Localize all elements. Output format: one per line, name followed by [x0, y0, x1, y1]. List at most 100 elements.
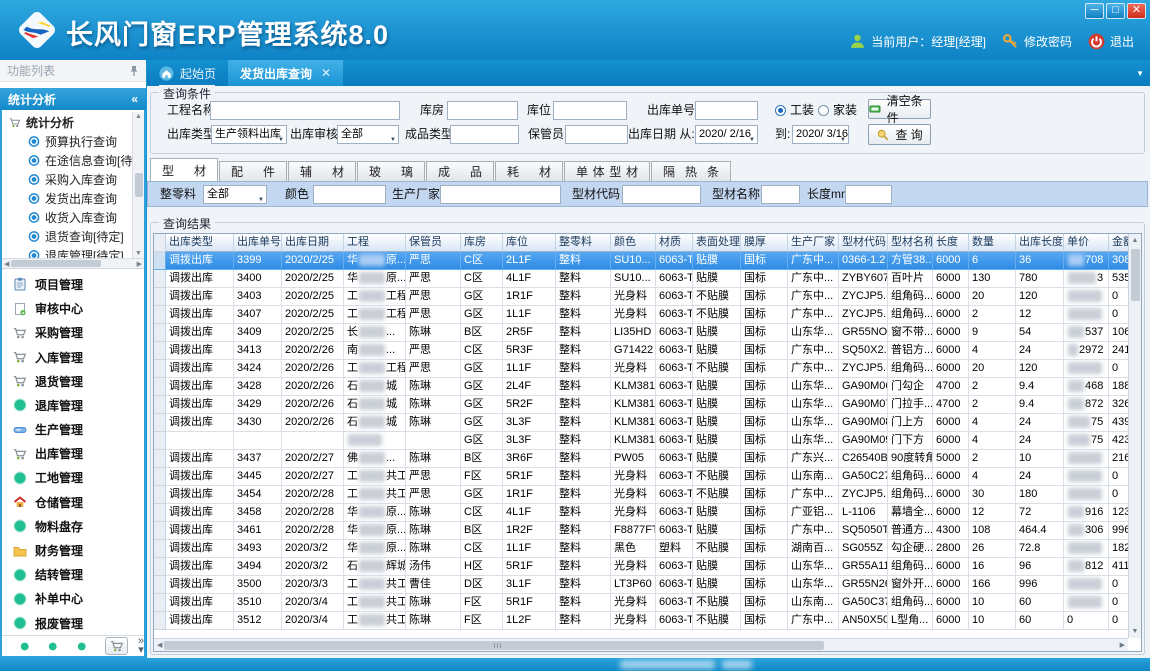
scroll-left-icon[interactable]: ◀ [157, 641, 162, 649]
sidebar-item-14[interactable]: 报废管理 [2, 611, 144, 635]
collapse-icon[interactable]: « [131, 92, 138, 106]
sidebar-item-6[interactable]: 生产管理 [2, 418, 144, 442]
sidebar-item-4[interactable]: 退货管理 [2, 369, 144, 393]
tree-item-4[interactable]: 收货入库查询 [2, 208, 144, 227]
grid-vertical-scrollbar[interactable]: ▲ ▼ [1128, 234, 1141, 638]
sidebar-item-9[interactable]: 仓储管理 [2, 490, 144, 514]
grid-horizontal-scrollbar[interactable]: ◀ ▶ [154, 638, 1128, 651]
grid-header-8[interactable]: 颜色 [611, 234, 656, 252]
grid-header-3[interactable]: 工程 [344, 234, 406, 252]
scroll-down-icon[interactable]: ▼ [1132, 625, 1139, 638]
radio-0[interactable]: 工装 [775, 101, 814, 120]
grid-header-12[interactable]: 生产厂家 [788, 234, 839, 252]
tree-horizontal-scrollbar[interactable]: ◀ ▶ [2, 258, 144, 269]
material-tab-5[interactable]: 耗材 [495, 161, 563, 181]
table-row[interactable]: 调拨出库34242020/2/26工工程严思G区1L1F整料光身料6063-T5… [154, 360, 1141, 378]
table-row[interactable]: 调拨出库34302020/2/26石城陈琳G区3L3F整料KLM38176063… [154, 414, 1141, 432]
table-row[interactable]: 调拨出库34032020/2/25工工程严思G区1R1F整料光身料6063-T5… [154, 288, 1141, 306]
sidebar-item-3[interactable]: 入库管理 [2, 345, 144, 369]
table-row[interactable]: 调拨出库34372020/2/27佛...陈琳B区3R6F整料PW056063-… [154, 450, 1141, 468]
grid-header-10[interactable]: 表面处理 [693, 234, 741, 252]
grid-header-4[interactable]: 保管员 [406, 234, 461, 252]
query-field2-4-select[interactable]: 2020/ 2/16▼ [695, 125, 758, 144]
subfilter-2-input[interactable] [440, 185, 561, 204]
grid-header-13[interactable]: 型材代码 [839, 234, 888, 252]
grid-header-11[interactable]: 膜厚 [741, 234, 788, 252]
table-row[interactable]: 调拨出库34582020/2/28华原...陈琳C区4L1F整料光身料6063-… [154, 504, 1141, 522]
table-row[interactable]: 调拨出库35102020/3/4工共工程陈琳F区5R1F整料光身料6063-T5… [154, 594, 1141, 612]
clear-conditions-button[interactable]: 清空条件 [868, 99, 931, 119]
query-field2-0-select[interactable]: 生产领料出库▼ [211, 125, 287, 144]
tree-item-6[interactable]: 退库管理[待定] [2, 246, 144, 258]
table-row[interactable]: 调拨出库34542020/2/28工共工程严思G区1R1F整料光身料6063-T… [154, 486, 1141, 504]
grid-header-18[interactable]: 单价 [1064, 234, 1109, 252]
scroll-down-icon[interactable]: ▼ [135, 250, 142, 257]
scroll-left-icon[interactable]: ◀ [4, 260, 9, 268]
tree-item-0[interactable]: 预算执行查询 [2, 132, 144, 151]
search-button[interactable]: 查 询 [868, 124, 931, 145]
subfilter-3-input[interactable] [622, 185, 701, 204]
sidebar-item-2[interactable]: 采购管理 [2, 321, 144, 345]
cart-module-button[interactable] [105, 637, 128, 655]
tree-item-5[interactable]: 退货查询[待定] [2, 227, 144, 246]
query-field-3-input[interactable] [695, 101, 758, 120]
subfilter-0-select[interactable]: 全部▼ [203, 185, 267, 204]
scroll-right-icon[interactable]: ▶ [137, 260, 142, 268]
tree-item-1[interactable]: 在途信息查询[待 [2, 151, 144, 170]
table-row[interactable]: 调拨出库34292020/2/26石城陈琳G区5R2F整料KLM38176063… [154, 396, 1141, 414]
module-dot-icon[interactable] [48, 641, 57, 652]
scroll-thumb[interactable] [135, 173, 143, 197]
scroll-thumb[interactable] [1131, 249, 1140, 301]
table-row[interactable]: 调拨出库34932020/3/2华原...陈琳C区1L1F整料黑色塑料不贴膜国标… [154, 540, 1141, 558]
change-password-link[interactable]: 修改密码 [1024, 33, 1072, 50]
table-row[interactable]: 调拨出库34002020/2/25华原...严思C区4L1F整料SU10...6… [154, 270, 1141, 288]
table-row[interactable]: 调拨出库34452020/2/27工共工程严思F区5R1F整料光身料6063-T… [154, 468, 1141, 486]
grid-header-6[interactable]: 库位 [503, 234, 556, 252]
table-row[interactable]: 调拨出库34612020/2/28华原...陈琳B区1R2F整料F8877FT6… [154, 522, 1141, 540]
sidebar-item-5[interactable]: 退库管理 [2, 393, 144, 417]
tree-vertical-scrollbar[interactable]: ▲ ▼ [132, 112, 144, 258]
query-field-2-input[interactable] [553, 101, 627, 120]
query-field2-2-input[interactable] [450, 125, 519, 144]
grid-header-14[interactable]: 型材名称 [888, 234, 933, 252]
logout-link[interactable]: 退出 [1110, 33, 1134, 50]
material-tab-4[interactable]: 成品 [426, 161, 494, 181]
tab-0[interactable]: 起始页 [147, 60, 228, 86]
grid-header-9[interactable]: 材质 [656, 234, 693, 252]
tree-item-3[interactable]: 发货出库查询 [2, 189, 144, 208]
grid-header-1[interactable]: 出库单号 [234, 234, 282, 252]
sidebar-item-1[interactable]: 审核中心 [2, 297, 144, 321]
query-field-1-input[interactable] [447, 101, 518, 120]
scroll-up-icon[interactable]: ▲ [1132, 234, 1139, 247]
sidebar-item-10[interactable]: 物料盘存 [2, 514, 144, 538]
subfilter-4-input[interactable] [761, 185, 800, 204]
table-row[interactable]: 调拨出库34072020/2/25工工程严思G区1L1F整料光身料6063-T5… [154, 306, 1141, 324]
tree-root-statistics[interactable]: 统计分析 [2, 113, 144, 132]
material-tab-1[interactable]: 配件 [219, 161, 287, 181]
tab-close-icon[interactable]: ✕ [321, 66, 331, 80]
grid-header-2[interactable]: 出库日期 [282, 234, 344, 252]
table-row[interactable]: 调拨出库34132020/2/26南...严思C区5R3F整料G71422606… [154, 342, 1141, 360]
tab-list-caret-icon[interactable]: ▼ [1136, 69, 1144, 78]
table-row[interactable]: 调拨出库33992020/2/25华原...严思C区2L1F整料SU10...6… [154, 252, 1141, 270]
query-field-0-input[interactable] [210, 101, 400, 120]
scroll-thumb[interactable] [11, 260, 101, 267]
material-tab-7[interactable]: 隔热条 [651, 161, 731, 181]
scroll-up-icon[interactable]: ▲ [135, 113, 142, 120]
sidebar-item-7[interactable]: 出库管理 [2, 442, 144, 466]
sidebar-item-8[interactable]: 工地管理 [2, 466, 144, 490]
table-row[interactable]: 调拨出库35122020/3/4工共工程陈琳F区1L2F整料光身料6063-T5… [154, 612, 1141, 630]
table-row[interactable]: 调拨出库35002020/3/3工共工程曹佳D区3L1F整料LT3P606063… [154, 576, 1141, 594]
radio-1[interactable]: 家装 [818, 101, 857, 120]
query-field2-3-input[interactable] [565, 125, 628, 144]
sidebar-group-header[interactable]: 统计分析 « [0, 88, 146, 110]
material-tab-0[interactable]: 型材 [150, 158, 218, 181]
module-dot-icon[interactable] [20, 641, 29, 652]
overflow-chevron[interactable]: »▾ [138, 637, 144, 655]
table-row[interactable]: 调拨出库34092020/2/25长...陈琳B区2R5F整料LI35HD606… [154, 324, 1141, 342]
table-row[interactable]: 调拨出库34942020/3/2石辉城汤伟H区5R1F整料光身料6063-T5贴… [154, 558, 1141, 576]
scroll-thumb[interactable] [164, 641, 824, 650]
subfilter-5-input[interactable] [845, 185, 892, 204]
scroll-right-icon[interactable]: ▶ [1120, 641, 1125, 649]
grid-header-5[interactable]: 库房 [461, 234, 503, 252]
